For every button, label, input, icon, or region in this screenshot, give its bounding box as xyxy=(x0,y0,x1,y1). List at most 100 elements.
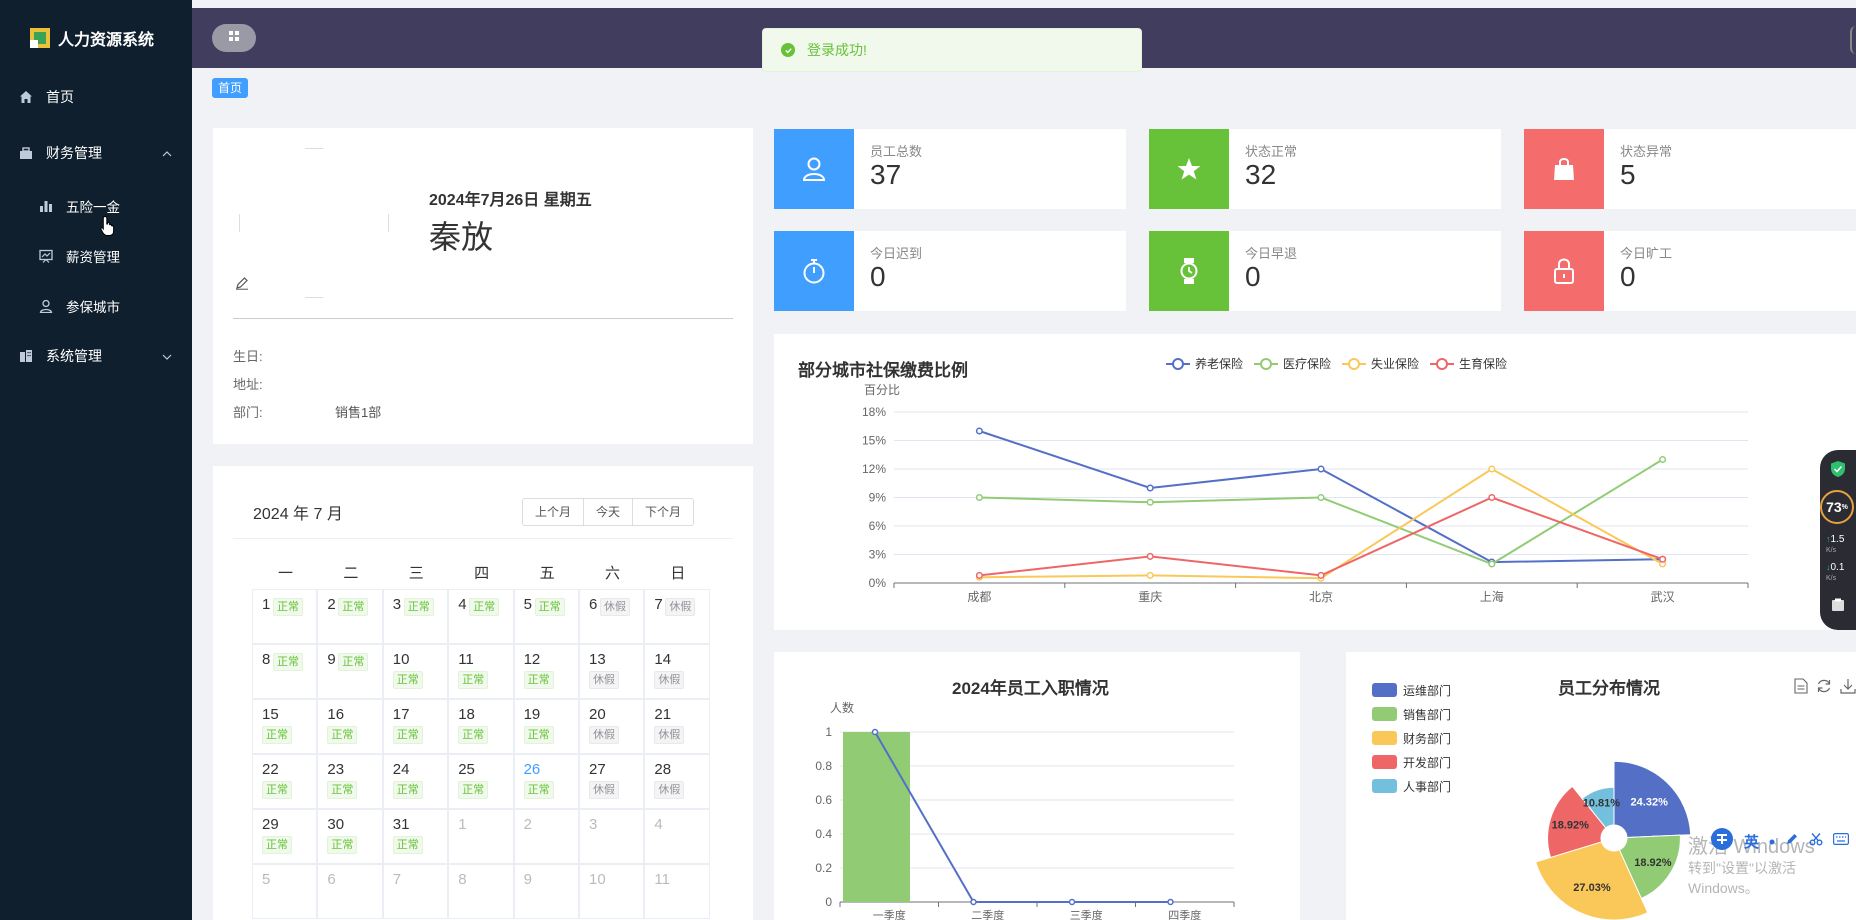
calendar-day-cell[interactable]: 9 正常 xyxy=(317,644,383,699)
legend-item: 生育保险 xyxy=(1430,356,1507,371)
legend-marker xyxy=(1348,358,1360,370)
data-point xyxy=(1317,493,1325,502)
calendar-day-cell[interactable]: 5 xyxy=(252,864,318,919)
calendar-day-cell[interactable]: 6 休假 xyxy=(579,589,645,644)
data-point xyxy=(1659,555,1667,563)
calendar-day-cell[interactable]: 30 正常 xyxy=(317,809,383,864)
y-tick-label: 0 xyxy=(825,895,832,909)
calendar-day-cell[interactable]: 13 休假 xyxy=(579,644,645,699)
calendar-day-cell[interactable]: 19 正常 xyxy=(513,699,579,754)
calendar-day-cell[interactable]: 25 正常 xyxy=(448,754,514,809)
calendar-day-cell[interactable]: 28 休假 xyxy=(644,754,710,809)
stat-early-leave-today[interactable]: 今日早退 0 xyxy=(1149,231,1501,311)
logo-icon xyxy=(30,28,50,48)
slice-label: 27.03% xyxy=(1573,882,1611,894)
calendar-day-cell[interactable]: 27 休假 xyxy=(579,754,645,809)
sidebar: 人力资源系统 首页 财务管理 五险一金 薪资管理 参保城市 系统管理 xyxy=(0,0,192,920)
calendar-day-cell[interactable]: 9 xyxy=(513,864,579,919)
scissors-icon[interactable] xyxy=(1809,832,1823,851)
sidebar-item-insurance[interactable]: 五险一金 xyxy=(0,186,192,226)
keyboard-icon[interactable] xyxy=(1833,832,1850,850)
calendar-day-cell[interactable]: 7 xyxy=(382,864,449,919)
stat-total-employees[interactable]: 员工总数 37 xyxy=(774,129,1126,209)
day-number: 1 xyxy=(262,596,271,613)
sidebar-item-label: 财务管理 xyxy=(46,145,102,161)
calendar-day-cell[interactable]: 2 xyxy=(513,809,579,864)
sidebar-item-system[interactable]: 系统管理 xyxy=(0,336,192,376)
avatar[interactable] xyxy=(239,148,389,298)
weekday-label: 一 xyxy=(277,565,293,582)
calendar-day-cell[interactable]: 4 xyxy=(644,809,710,864)
clipboard-icon xyxy=(1831,598,1845,617)
day-number: 16 xyxy=(327,706,345,723)
ime-language[interactable]: 英 xyxy=(1744,831,1759,852)
calendar-day-cell[interactable]: 5 正常 xyxy=(513,589,579,644)
stat-absent-today[interactable]: 今日旷工 0 xyxy=(1524,231,1856,311)
app-logo[interactable]: 人力资源系统 xyxy=(30,26,154,50)
today-button[interactable]: 今天 xyxy=(583,499,632,525)
calendar-day-cell[interactable]: 2 正常 xyxy=(317,589,383,644)
edit-icon[interactable] xyxy=(235,276,249,295)
calendar-day-cell[interactable]: 10 xyxy=(579,864,645,919)
person-icon xyxy=(38,298,54,314)
calendar-day-cell[interactable]: 7 休假 xyxy=(644,589,710,644)
system-monitor-widget[interactable]: 73% ↑1.5 K/s ↓0.1 K/s xyxy=(1820,450,1856,630)
home-icon xyxy=(18,89,34,105)
day-number: 10 xyxy=(589,871,606,888)
calendar-day-cell[interactable]: 14 休假 xyxy=(644,644,710,699)
sidebar-item-home[interactable]: 首页 xyxy=(0,77,192,117)
check-circle-icon xyxy=(781,43,795,57)
next-month-button[interactable]: 下个月 xyxy=(632,499,693,525)
calendar-day-cell[interactable]: 26 正常 xyxy=(513,754,579,809)
stat-late-today[interactable]: 今日迟到 0 xyxy=(774,231,1126,311)
calendar-day-cell[interactable]: 20 休假 xyxy=(579,699,645,754)
prev-month-button[interactable]: 上个月 xyxy=(523,499,583,525)
calendar-day-cell[interactable]: 16 正常 xyxy=(317,699,383,754)
star-icon xyxy=(1149,129,1229,209)
calendar-day-cell[interactable]: 22 正常 xyxy=(252,754,318,809)
sidebar-item-finance[interactable]: 财务管理 xyxy=(0,133,192,173)
calendar-day-cell[interactable]: 8 正常 xyxy=(252,644,318,699)
pen-icon[interactable] xyxy=(1785,832,1799,851)
calendar-day-cell[interactable]: 15 正常 xyxy=(252,699,318,754)
stat-normal-status[interactable]: 状态正常 32 xyxy=(1149,129,1501,209)
stat-abnormal-status[interactable]: 状态异常 5 xyxy=(1524,129,1856,209)
calendar-day-cell[interactable]: 29 正常 xyxy=(252,809,318,864)
data-point xyxy=(975,571,983,579)
calendar-day-cell[interactable]: 23 正常 xyxy=(317,754,383,809)
shield-icon xyxy=(1830,460,1846,483)
department-value: 销售1部 xyxy=(335,405,382,420)
calendar-day-cell[interactable]: 1 xyxy=(448,809,514,864)
calendar-day-cell[interactable]: 12 正常 xyxy=(513,644,579,699)
calendar-day-cell[interactable]: 8 xyxy=(448,864,514,919)
sidebar-item-cities[interactable]: 参保城市 xyxy=(0,286,192,326)
calendar-day-cell[interactable]: 31 正常 xyxy=(382,809,449,864)
day-number: 8 xyxy=(262,651,271,668)
calendar-day-cell[interactable]: 1 正常 xyxy=(252,589,318,644)
menu-toggle-button[interactable] xyxy=(212,24,256,52)
breadcrumb[interactable]: 首页 xyxy=(212,78,249,98)
y-tick-label: 3% xyxy=(869,548,887,562)
day-number: 3 xyxy=(589,816,598,833)
building-icon xyxy=(18,348,34,364)
calendar-day-cell[interactable]: 17 正常 xyxy=(382,699,449,754)
day-number: 8 xyxy=(458,871,467,888)
calendar-day-cell[interactable]: 3 xyxy=(579,809,645,864)
calendar-day-cell[interactable]: 4 正常 xyxy=(448,589,514,644)
status-tag-normal: 正常 xyxy=(262,836,292,854)
calendar-day-cell[interactable]: 3 正常 xyxy=(382,589,449,644)
calendar-day-cell[interactable]: 6 xyxy=(317,864,383,919)
data-point xyxy=(975,493,983,502)
calendar-day-cell[interactable]: 10 正常 xyxy=(382,644,449,699)
ime-toolbar[interactable]: 英 xyxy=(1710,826,1856,856)
calendar-day-cell[interactable]: 18 正常 xyxy=(448,699,514,754)
day-number: 7 xyxy=(654,596,663,613)
calendar-day-cell[interactable]: 11 正常 xyxy=(448,644,514,699)
calendar-day-cell[interactable]: 21 休假 xyxy=(644,699,710,754)
sidebar-item-label: 首页 xyxy=(46,89,74,105)
x-tick-label: 北京 xyxy=(1309,590,1333,604)
sidebar-item-salary[interactable]: 薪资管理 xyxy=(0,236,192,276)
calendar-day-cell[interactable]: 11 xyxy=(644,864,710,919)
user-menu-edge[interactable] xyxy=(1850,26,1856,54)
calendar-day-cell[interactable]: 24 正常 xyxy=(382,754,449,809)
